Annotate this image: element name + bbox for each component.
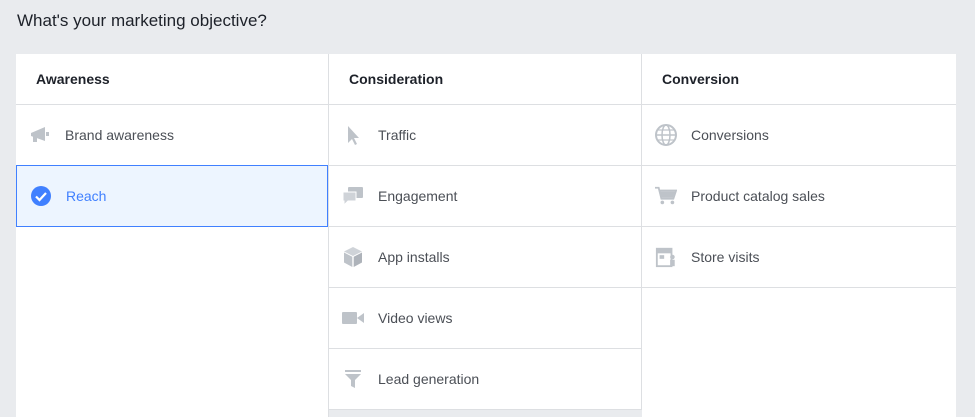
page-title: What's your marketing objective?	[17, 11, 267, 30]
objective-label: Engagement	[378, 188, 458, 204]
objective-reach[interactable]: Reach	[16, 165, 328, 227]
objective-conversions[interactable]: Conversions	[642, 105, 956, 166]
column-header-consideration: Consideration	[329, 54, 641, 105]
objective-app-installs[interactable]: App installs	[329, 227, 641, 288]
column-awareness: Awareness Brand awareness Reach	[16, 54, 329, 417]
objective-label: Store visits	[691, 249, 760, 265]
objective-product-catalog-sales[interactable]: Product catalog sales	[642, 166, 956, 227]
megaphone-icon	[29, 124, 51, 146]
globe-icon	[655, 124, 677, 146]
column-conversion: Conversion Conversions Product catalog s…	[642, 54, 956, 417]
shopping-cart-icon	[655, 185, 677, 207]
column-header-conversion: Conversion	[642, 54, 956, 105]
objective-lead-generation[interactable]: Lead generation	[329, 349, 641, 410]
objective-brand-awareness[interactable]: Brand awareness	[16, 105, 328, 166]
objective-label: Traffic	[378, 127, 417, 143]
funnel-icon	[342, 368, 364, 390]
cursor-icon	[342, 124, 364, 146]
objective-video-views[interactable]: Video views	[329, 288, 641, 349]
objective-label: Reach	[66, 188, 107, 204]
objective-grid: Awareness Brand awareness Reach Consider…	[16, 54, 956, 417]
objective-engagement[interactable]: Engagement	[329, 166, 641, 227]
box-icon	[342, 246, 364, 268]
column-gap	[329, 410, 642, 417]
objective-store-visits[interactable]: Store visits	[642, 227, 956, 288]
column-header-awareness: Awareness	[16, 54, 328, 105]
objective-label: Conversions	[691, 127, 769, 143]
chat-bubbles-icon	[342, 185, 364, 207]
video-camera-icon	[342, 307, 364, 329]
objective-label: Product catalog sales	[691, 188, 825, 204]
store-icon	[655, 246, 677, 268]
objective-traffic[interactable]: Traffic	[329, 105, 641, 166]
objective-label: Brand awareness	[65, 127, 174, 143]
objective-label: Video views	[378, 310, 453, 326]
column-consideration: Consideration Traffic Engagement App ins…	[329, 54, 642, 417]
objective-label: Lead generation	[378, 371, 480, 387]
check-circle-icon	[30, 185, 52, 207]
objective-label: App installs	[378, 249, 450, 265]
